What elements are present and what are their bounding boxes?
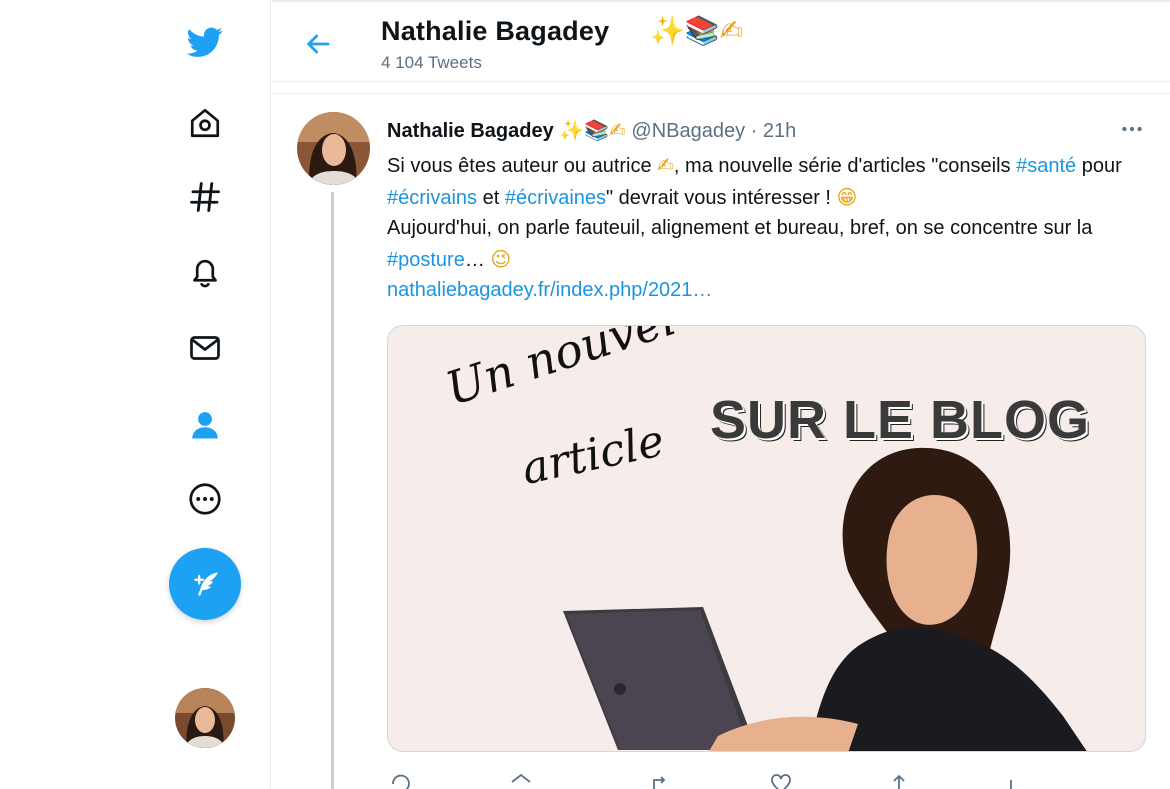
tweet-more-button[interactable]	[1112, 114, 1152, 144]
back-button[interactable]	[296, 22, 340, 66]
author-name[interactable]: Nathalie Bagadey	[387, 120, 554, 142]
back-arrow-icon	[307, 34, 330, 54]
writing-hand-emoji: ✍	[657, 153, 674, 177]
winking-emoji: 😉	[490, 246, 512, 271]
text-part: …	[464, 248, 491, 271]
retweet-icon[interactable]	[649, 772, 673, 789]
profile-person-icon[interactable]	[180, 400, 230, 450]
messages-envelope-icon[interactable]	[180, 323, 230, 373]
explore-hashtag-icon[interactable]	[180, 172, 230, 222]
text-part: Si vous êtes auteur ou autrice	[387, 155, 658, 177]
home-icon[interactable]	[180, 98, 230, 148]
thread-line	[331, 192, 334, 789]
notifications-bell-icon[interactable]	[180, 247, 230, 297]
hashtag-ecrivains[interactable]: #écrivains	[387, 187, 477, 209]
reply-icon[interactable]	[389, 772, 413, 789]
compose-tweet-icon	[194, 572, 218, 596]
main-column: Nathalie Bagadey ✨📚✍ 4 104 Tweets Nathal…	[272, 0, 1170, 789]
author-handle[interactable]: @NBagadey	[631, 120, 745, 142]
author-emoji: ✨📚✍	[559, 118, 626, 142]
books-icon[interactable]	[509, 772, 533, 789]
hashtag-sante[interactable]: #santé	[1016, 155, 1076, 177]
tweet-text: Si vous êtes auteur ou autrice ✍, ma nou…	[387, 150, 1147, 306]
more-circle-icon[interactable]	[180, 474, 230, 524]
text-part: et	[477, 186, 505, 209]
media-photo-illustration	[563, 447, 1087, 751]
tweet-media-image[interactable]: Un nouvel article SUR LE BLOG	[387, 325, 1146, 752]
tweet-author-avatar[interactable]	[297, 112, 370, 185]
more-dots-icon	[1122, 126, 1142, 132]
like-heart-icon[interactable]	[769, 772, 793, 789]
text-part: " devrait vous intéresser !	[606, 186, 837, 209]
sidebar-nav	[0, 0, 271, 789]
share-icon[interactable]	[887, 772, 911, 789]
grinning-emoji: 😁	[836, 184, 858, 209]
twitter-logo-icon[interactable]	[180, 17, 230, 67]
tweet[interactable]: Nathalie Bagadey ✨📚✍ @NBagadey · 21h Si …	[272, 93, 1170, 789]
account-avatar[interactable]	[175, 688, 235, 748]
analytics-icon[interactable]	[999, 772, 1023, 789]
tweet-count: 4 104 Tweets	[381, 53, 482, 72]
text-part: Aujourd'hui, on parle fauteuil, aligneme…	[387, 217, 1093, 239]
tweet-time[interactable]: 21h	[763, 120, 796, 142]
tweet-meta: Nathalie Bagadey ✨📚✍ @NBagadey · 21h	[387, 118, 796, 143]
tweet-actions	[387, 772, 1147, 789]
hashtag-ecrivaines[interactable]: #écrivaines	[505, 187, 606, 209]
page-title: Nathalie Bagadey	[381, 16, 610, 46]
text-part: pour	[1076, 155, 1122, 177]
meta-separator: ·	[745, 120, 763, 142]
profile-header: Nathalie Bagadey ✨📚✍ 4 104 Tweets	[272, 2, 1170, 82]
compose-tweet-button[interactable]	[169, 548, 241, 620]
hashtag-posture[interactable]: #posture	[387, 249, 465, 271]
text-part: , ma nouvelle série d'articles "conseils	[673, 155, 1017, 177]
title-emoji: ✨📚✍	[650, 14, 744, 47]
tweet-link[interactable]: nathaliebagadey.fr/index.php/2021…	[387, 279, 712, 301]
